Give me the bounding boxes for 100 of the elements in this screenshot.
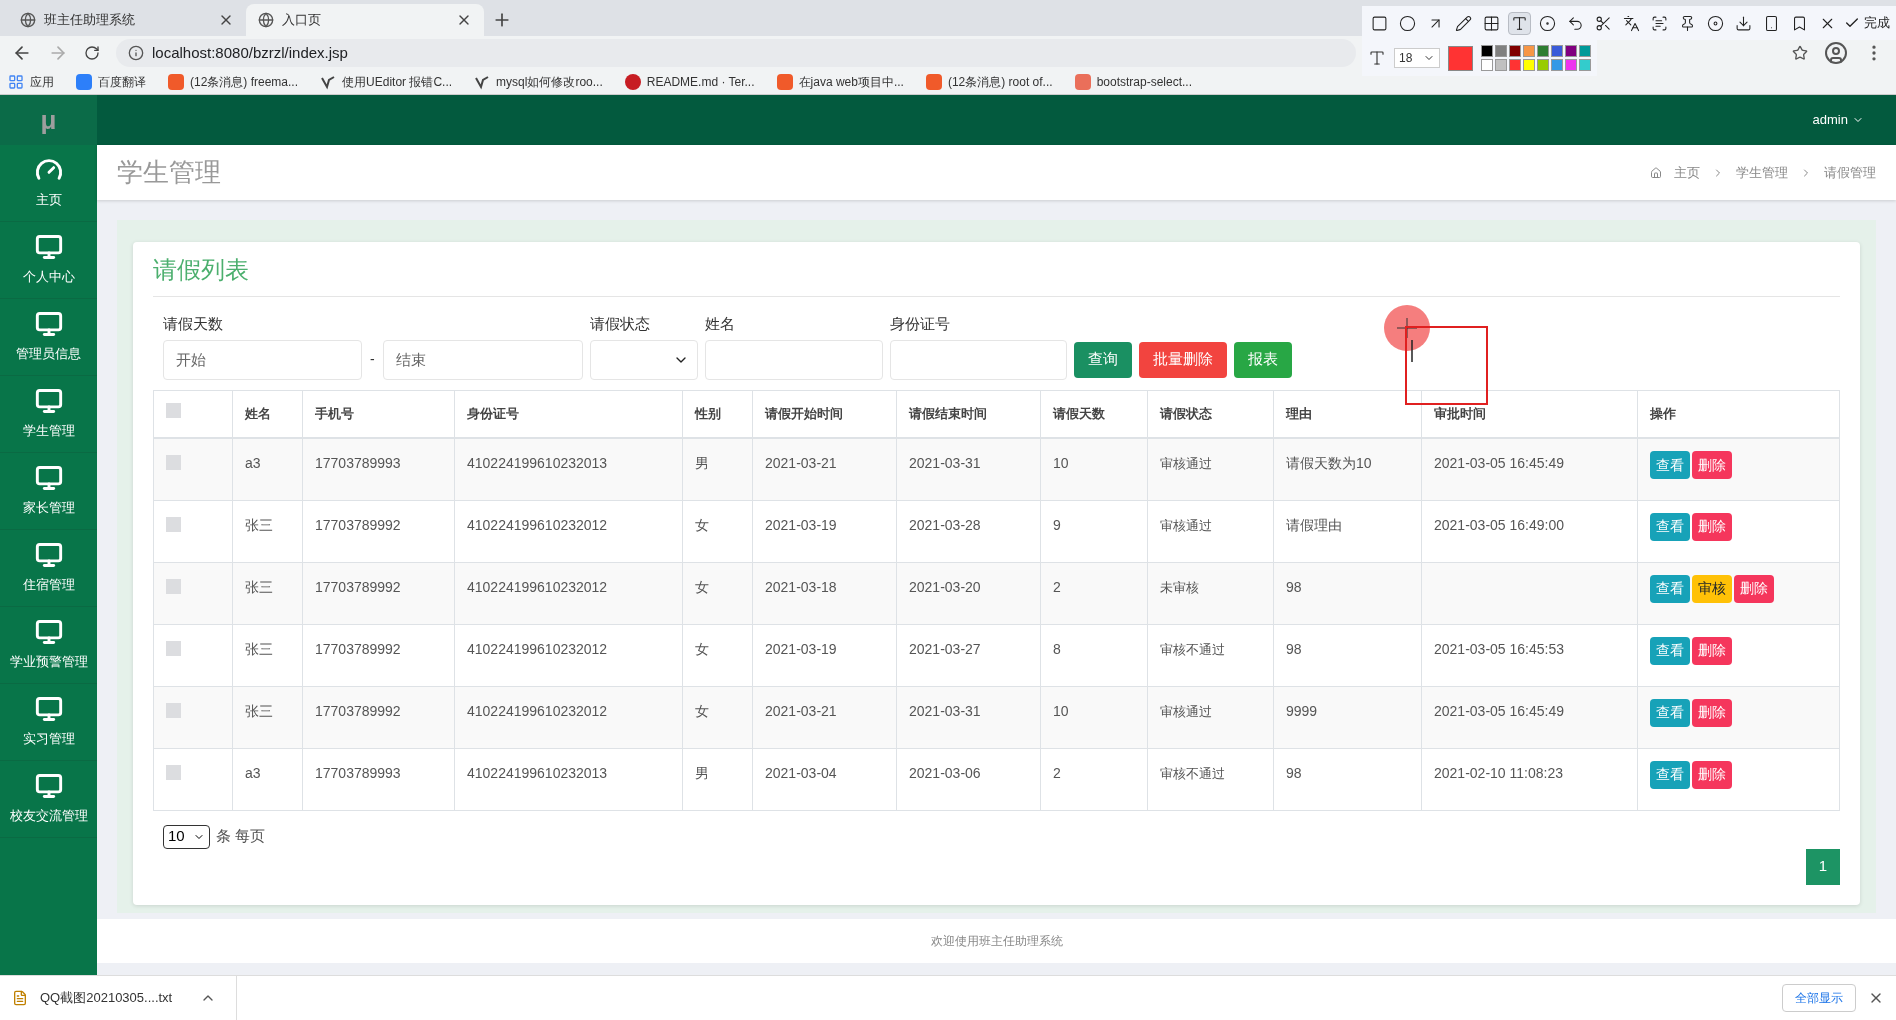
- delete-button[interactable]: 删除: [1692, 698, 1732, 727]
- table-cell: 410224199610232012: [467, 640, 608, 657]
- home-icon: [1650, 166, 1662, 179]
- bookmark[interactable]: 应用: [8, 73, 54, 91]
- checkbox[interactable]: [166, 403, 181, 419]
- table-cell: 17703789992: [315, 640, 401, 657]
- color-swatch[interactable]: [1481, 45, 1493, 57]
- review-button[interactable]: 审核: [1692, 574, 1732, 603]
- color-swatch[interactable]: [1565, 45, 1577, 57]
- color-swatch[interactable]: [1579, 45, 1591, 57]
- tab-title: 入口页: [282, 11, 322, 30]
- download-item[interactable]: QQ截图20210305....txt: [12, 976, 238, 1020]
- font-size-select[interactable]: 18: [1394, 48, 1440, 68]
- breadcrumb-item[interactable]: 主页: [1674, 162, 1700, 183]
- delete-button[interactable]: 删除: [1692, 451, 1732, 479]
- bookmark[interactable]: mysql如何修改roo...: [474, 73, 603, 91]
- browser-tab[interactable]: 班主任助理系统: [8, 4, 246, 36]
- table-cell: 张三: [245, 702, 273, 719]
- delete-button[interactable]: 删除: [1692, 512, 1732, 541]
- table-cell: 张三: [245, 578, 273, 595]
- breadcrumb-item: 请假管理: [1824, 163, 1876, 182]
- table-cell: a3: [245, 764, 261, 781]
- table-cell: 98: [1286, 578, 1302, 595]
- current-color-swatch[interactable]: [1448, 45, 1473, 71]
- table-cell: 17703789993: [315, 764, 401, 781]
- id-number-field[interactable]: [889, 339, 1067, 380]
- table-cell: 2021-03-04: [765, 764, 837, 781]
- delete-button[interactable]: 删除: [1734, 574, 1774, 603]
- delete-button[interactable]: 删除: [1692, 760, 1732, 789]
- done-button[interactable]: 完成: [1844, 13, 1890, 33]
- color-swatch[interactable]: [1565, 59, 1577, 71]
- address-bar[interactable]: localhost:8080/bzrzl/index.jsp: [116, 39, 1356, 67]
- star-icon[interactable]: [1792, 45, 1808, 61]
- range-separator: -: [370, 350, 375, 369]
- column-header: 请假天数: [1040, 390, 1148, 438]
- checkbox[interactable]: [166, 764, 181, 780]
- table-cell: 410224199610232013: [467, 764, 608, 781]
- bookmark[interactable]: README.md · Ter...: [624, 73, 755, 91]
- view-button[interactable]: 查看: [1650, 698, 1690, 727]
- report-button[interactable]: 报表: [1233, 341, 1292, 378]
- delete-button[interactable]: 删除: [1692, 636, 1732, 665]
- table-cell: 张三: [245, 640, 273, 657]
- color-swatch[interactable]: [1509, 45, 1521, 57]
- color-swatch[interactable]: [1523, 59, 1535, 71]
- view-button[interactable]: 查看: [1650, 760, 1690, 789]
- checkbox[interactable]: [166, 516, 181, 532]
- table-cell: 9999: [1286, 702, 1318, 719]
- view-button[interactable]: 查看: [1650, 451, 1690, 479]
- view-button[interactable]: 查看: [1650, 636, 1690, 665]
- view-button[interactable]: 查看: [1650, 512, 1690, 541]
- show-all-button[interactable]: 全部显示: [1782, 984, 1856, 1012]
- monitor-icon: [34, 772, 63, 801]
- color-swatch[interactable]: [1551, 59, 1563, 71]
- table-cell: 审核通过: [1160, 456, 1212, 471]
- checkbox[interactable]: [166, 702, 181, 718]
- bookmark[interactable]: (12条消息) root of...: [925, 73, 1053, 91]
- color-swatch[interactable]: [1509, 59, 1521, 71]
- start-field[interactable]: 开始: [163, 339, 362, 380]
- table-cell: 17703789993: [315, 455, 401, 471]
- search-button[interactable]: 查询: [1073, 341, 1132, 378]
- bookmark[interactable]: (12条消息) freema...: [168, 73, 299, 91]
- bookmark[interactable]: 使用UEditor 报错C...: [320, 73, 453, 91]
- bookmark[interactable]: 在java web项目中...: [776, 73, 904, 91]
- table-cell: 17703789992: [315, 578, 401, 595]
- color-swatch[interactable]: [1481, 59, 1493, 71]
- color-swatch[interactable]: [1537, 45, 1549, 57]
- end-field[interactable]: 结束: [382, 339, 583, 380]
- user-menu[interactable]: admin: [1812, 110, 1864, 130]
- color-swatch[interactable]: [1551, 45, 1563, 57]
- reload-icon[interactable]: [84, 45, 100, 61]
- view-button[interactable]: 查看: [1650, 574, 1690, 603]
- bookmark[interactable]: 百度翻译: [76, 73, 146, 91]
- color-swatch[interactable]: [1495, 59, 1507, 71]
- page-size-label: 条 每页: [215, 826, 265, 847]
- browser-tab[interactable]: 入口页: [246, 4, 484, 36]
- favicon-icon: [168, 74, 184, 90]
- table-cell: 男: [695, 455, 709, 471]
- name-field[interactable]: [704, 339, 883, 380]
- column-header: 操作: [1637, 390, 1840, 438]
- checkbox[interactable]: [166, 640, 181, 656]
- profile-icon[interactable]: [1824, 41, 1848, 65]
- table-cell: 请假理由: [1286, 516, 1342, 533]
- color-swatch[interactable]: [1523, 45, 1535, 57]
- color-swatch[interactable]: [1579, 59, 1591, 71]
- breadcrumb-item[interactable]: 学生管理: [1736, 162, 1788, 183]
- color-swatch[interactable]: [1537, 59, 1549, 71]
- column-header: 理由: [1273, 390, 1422, 438]
- checkbox[interactable]: [166, 455, 181, 470]
- table-cell: 2021-03-05 16:45:49: [1434, 455, 1564, 471]
- color-swatch[interactable]: [1495, 45, 1507, 57]
- table-cell: 410224199610232012: [467, 578, 608, 595]
- delete-button[interactable]: 批量删除: [1138, 341, 1227, 378]
- table-cell: 审核不通过: [1160, 641, 1225, 657]
- page-button[interactable]: 1: [1806, 848, 1840, 885]
- text-icon[interactable]: [1508, 11, 1531, 35]
- globe-icon: [258, 12, 274, 28]
- checkbox[interactable]: [166, 578, 181, 594]
- table-cell: 17703789992: [315, 516, 401, 533]
- bookmark[interactable]: bootstrap-select...: [1074, 73, 1192, 91]
- page-size-select[interactable]: 10: [163, 824, 210, 849]
